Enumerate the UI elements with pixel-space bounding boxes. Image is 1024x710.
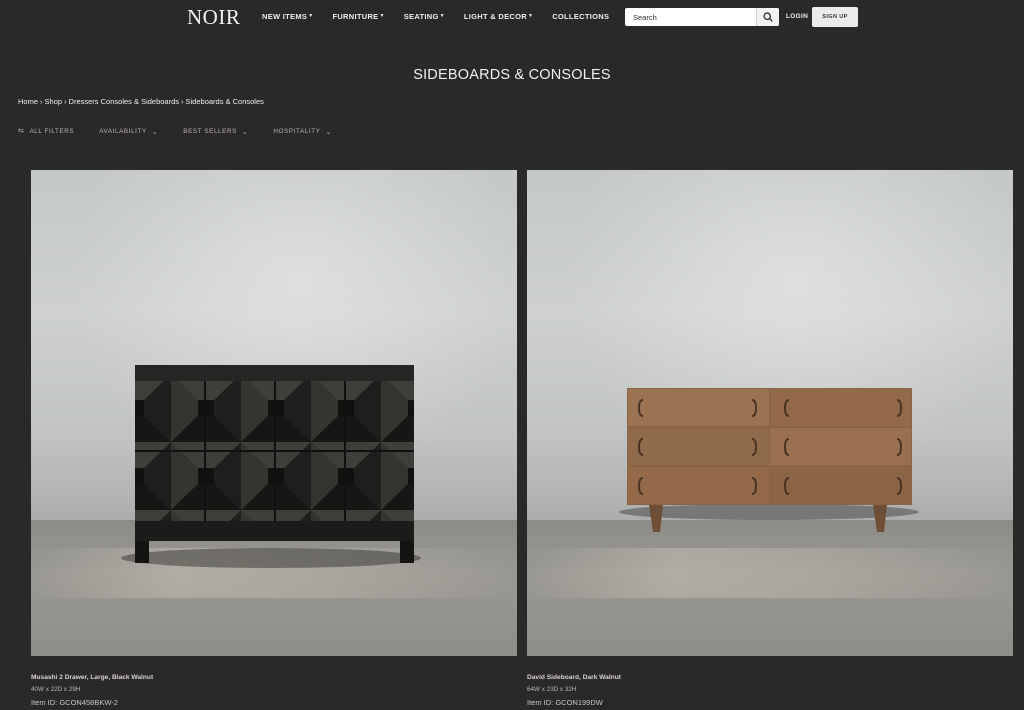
product-name[interactable]: Musashi 2 Drawer, Large, Black Walnut bbox=[31, 674, 517, 681]
product-image[interactable] bbox=[31, 170, 517, 656]
nav-label: COLLECTIONS bbox=[552, 12, 610, 21]
product-item-id: Item ID: GCON199DW bbox=[527, 698, 603, 707]
breadcrumb-separator: › bbox=[40, 97, 43, 106]
nav-furniture[interactable]: FURNITURE ▼ bbox=[332, 12, 384, 21]
product-dimensions: 64W x 23D x 32H bbox=[527, 686, 577, 693]
nav-label: NEW ITEMS bbox=[262, 12, 308, 21]
breadcrumb-separator: › bbox=[181, 97, 184, 106]
caret-down-icon: ▼ bbox=[308, 12, 314, 19]
login-link[interactable]: LOGIN bbox=[786, 13, 808, 20]
nav-label: FURNITURE bbox=[332, 12, 379, 21]
black-chest-illustration bbox=[121, 365, 421, 568]
caret-down-icon: ▼ bbox=[379, 12, 385, 19]
product-card[interactable]: Musashi 2 Drawer, Large, Black Walnut 40… bbox=[31, 170, 517, 707]
breadcrumb-current: Sideboards & Consoles bbox=[185, 97, 264, 106]
breadcrumb-dressers[interactable]: Dressers Consoles & Sideboards bbox=[69, 97, 179, 106]
search-bar bbox=[625, 8, 779, 26]
nav-seating[interactable]: SEATING ▼ bbox=[404, 12, 445, 21]
product-dimensions: 40W x 22D x 29H bbox=[31, 686, 81, 693]
signup-button[interactable]: SIGN UP bbox=[812, 7, 858, 27]
product-card[interactable]: David Sideboard, Dark Walnut 64W x 23D x… bbox=[527, 170, 1013, 707]
filter-label: BEST SELLERS bbox=[183, 127, 237, 135]
nav-light-decor[interactable]: LIGHT & DECOR ▼ bbox=[464, 12, 533, 21]
product-name[interactable]: David Sideboard, Dark Walnut bbox=[527, 674, 1013, 681]
filter-sliders-icon: ⇆ bbox=[18, 128, 25, 135]
nav-collections[interactable]: COLLECTIONS bbox=[552, 12, 609, 21]
breadcrumb-shop[interactable]: Shop bbox=[45, 97, 63, 106]
filter-best-sellers[interactable]: BEST SELLERS ⌄ bbox=[183, 127, 249, 137]
search-input[interactable] bbox=[625, 8, 756, 26]
caret-down-icon: ▼ bbox=[527, 12, 534, 19]
nav-label: SEATING bbox=[403, 12, 439, 21]
filter-label: ALL FILTERS bbox=[29, 127, 75, 135]
chevron-down-icon: ⌄ bbox=[241, 129, 249, 136]
search-button[interactable] bbox=[756, 8, 779, 26]
breadcrumb: Home › Shop › Dressers Consoles & Sidebo… bbox=[18, 97, 264, 106]
filter-label: AVAILABILITY bbox=[99, 127, 147, 135]
product-image[interactable] bbox=[527, 170, 1013, 656]
filter-availability[interactable]: AVAILABILITY ⌄ bbox=[99, 127, 159, 137]
wood-sideboard-illustration bbox=[619, 388, 919, 532]
search-icon bbox=[763, 12, 773, 22]
filter-all[interactable]: ⇆ ALL FILTERS bbox=[18, 127, 75, 136]
breadcrumb-separator: › bbox=[64, 97, 67, 106]
filter-label: HOSPITALITY bbox=[273, 127, 321, 135]
nav-new-items[interactable]: NEW ITEMS ▼ bbox=[262, 12, 313, 21]
site-logo[interactable]: NOIR bbox=[187, 5, 240, 30]
nav-label: LIGHT & DECOR bbox=[463, 12, 527, 21]
breadcrumb-home[interactable]: Home bbox=[18, 97, 38, 106]
caret-down-icon: ▼ bbox=[439, 12, 445, 19]
page-title: SIDEBOARDS & CONSOLES bbox=[413, 67, 611, 83]
chevron-down-icon: ⌄ bbox=[325, 129, 332, 136]
filter-hospitality[interactable]: HOSPITALITY ⌄ bbox=[273, 127, 332, 137]
main-nav: NEW ITEMS ▼ FURNITURE ▼ SEATING ▼ LIGHT & D… bbox=[262, 12, 628, 21]
chevron-down-icon: ⌄ bbox=[151, 129, 159, 136]
filter-bar: ⇆ ALL FILTERS AVAILABILITY ⌄ BEST SELLER… bbox=[18, 127, 357, 137]
product-item-id: Item ID: GCON458BKW-2 bbox=[31, 698, 118, 707]
